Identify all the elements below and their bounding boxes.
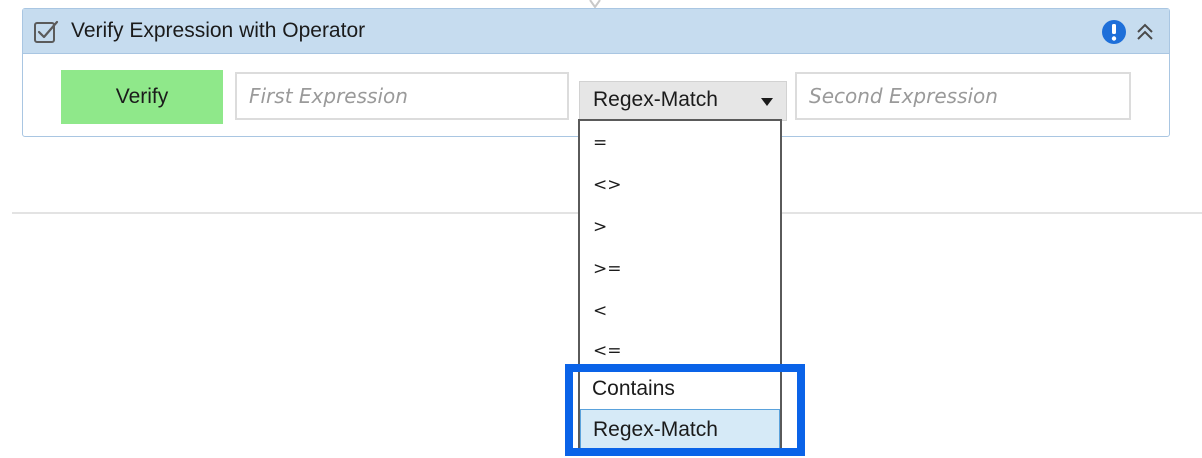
operator-selected-value: Regex-Match	[593, 88, 718, 111]
operator-dropdown[interactable]: Regex-Match	[579, 81, 787, 121]
caret-down-icon	[761, 98, 773, 106]
dropdown-option-less-than[interactable]: <	[580, 291, 780, 331]
info-icon[interactable]	[1101, 19, 1127, 45]
verify-label: Verify	[61, 70, 223, 124]
dropdown-option-regex-match[interactable]: Regex-Match	[580, 409, 780, 449]
activity-header[interactable]: Verify Expression with Operator	[23, 9, 1169, 54]
dropdown-option-greater-or-equal[interactable]: >=	[580, 249, 780, 289]
dropdown-option-not-equal[interactable]: <>	[580, 165, 780, 205]
double-chevron-up-icon[interactable]	[1133, 20, 1157, 44]
verify-expression-activity[interactable]: Verify Expression with Operator Verify R…	[22, 8, 1170, 137]
first-expression-input[interactable]	[235, 72, 569, 120]
checkbox-icon	[34, 20, 59, 43]
activity-title: Verify Expression with Operator	[71, 19, 366, 42]
dropdown-option-greater-than[interactable]: >	[580, 207, 780, 247]
operator-dropdown-list[interactable]: = <> > >= < <= Contains Regex-Match	[578, 119, 782, 451]
workflow-canvas: Verify Expression with Operator Verify R…	[0, 0, 1202, 458]
dropdown-option-contains[interactable]: Contains	[580, 369, 780, 409]
dropdown-option-equals[interactable]: =	[580, 123, 780, 163]
dropdown-option-less-or-equal[interactable]: <=	[580, 331, 780, 371]
second-expression-input[interactable]	[795, 72, 1131, 120]
